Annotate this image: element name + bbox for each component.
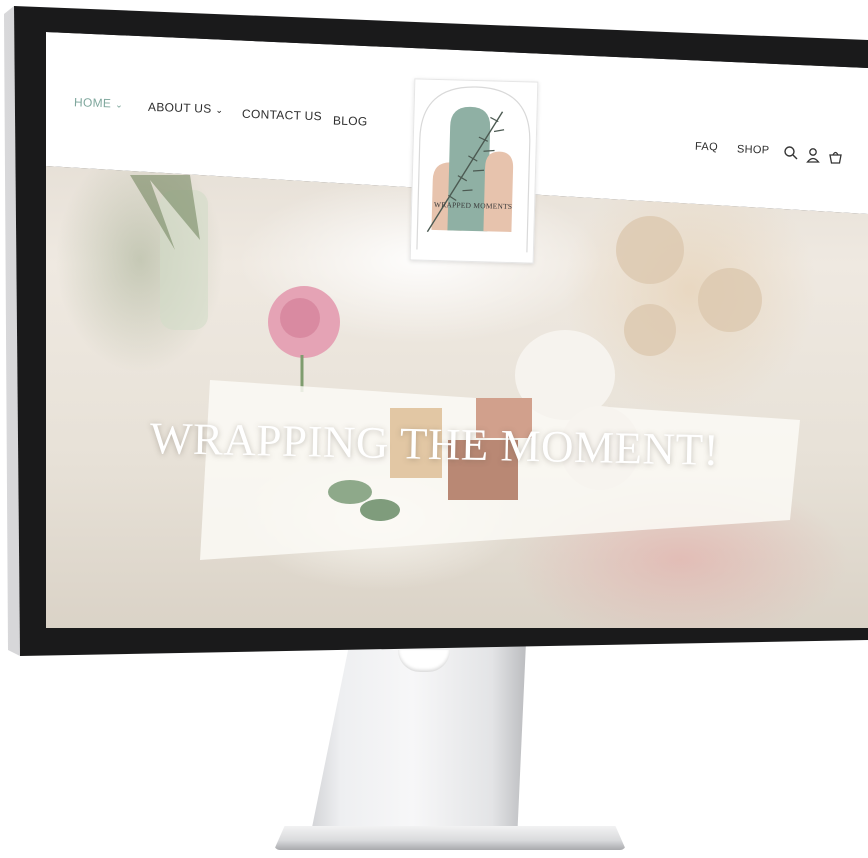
monitor-scene: WRAPPING THE MOMENT! HOME ⌄ ABOUT US ⌄ CON… (0, 0, 868, 858)
pillow-flower-1 (616, 216, 684, 284)
nav-about-us[interactable]: ABOUT US ⌄ (148, 100, 224, 116)
nav-about-us-label: ABOUT US (147, 99, 212, 116)
monitor-stand-neck (309, 642, 526, 842)
leaf-1 (328, 480, 372, 504)
nav-home-label: HOME (73, 95, 112, 111)
leaf-2 (360, 499, 400, 521)
rose-center-shape (280, 298, 320, 338)
search-icon[interactable] (783, 145, 799, 161)
chevron-down-icon: ⌄ (215, 104, 224, 116)
account-icon[interactable] (806, 147, 820, 163)
nav-shop-label: SHOP (736, 143, 770, 157)
nav-home[interactable]: HOME ⌄ (74, 95, 123, 111)
monitor-screen: WRAPPING THE MOMENT! HOME ⌄ ABOUT US ⌄ CON… (46, 32, 868, 628)
nav-faq[interactable]: FAQ (695, 141, 718, 154)
nav-faq-label: FAQ (694, 140, 719, 154)
nav-blog[interactable]: BLOG (333, 113, 368, 128)
pillow-flower-3 (624, 304, 676, 356)
nav-blog-label: BLOG (332, 113, 368, 129)
chevron-down-icon: ⌄ (115, 99, 124, 110)
nav-shop[interactable]: SHOP (737, 143, 770, 156)
monitor-stand-base (274, 826, 626, 850)
logo-arch-peach-right (483, 151, 514, 233)
nav-contact-us-label: CONTACT US (241, 106, 323, 124)
pillow-flower-2 (698, 268, 762, 332)
logo-graphic (416, 86, 531, 253)
logo[interactable]: WRAPPED MOMENTS (409, 78, 539, 264)
cart-icon[interactable] (828, 150, 843, 164)
nav-contact-us[interactable]: CONTACT US (242, 107, 322, 124)
